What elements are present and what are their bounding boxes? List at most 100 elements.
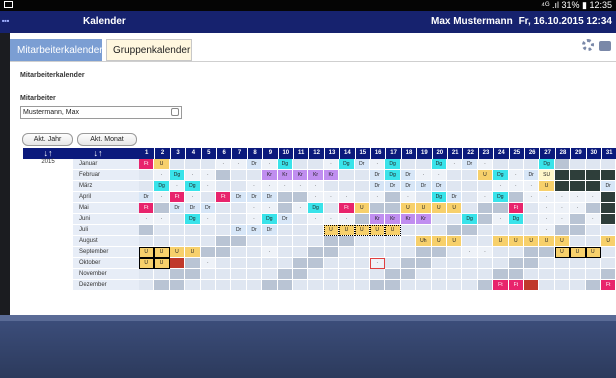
day-cell[interactable]: [323, 181, 340, 192]
day-cell[interactable]: [231, 280, 247, 291]
day-cell[interactable]: U: [554, 247, 571, 258]
day-cell[interactable]: ·: [431, 170, 447, 181]
day-cell[interactable]: ·: [462, 247, 478, 258]
day-cell[interactable]: U: [570, 247, 586, 258]
day-cell[interactable]: ·: [293, 181, 309, 192]
day-cell[interactable]: [277, 236, 293, 247]
day-cell[interactable]: U: [400, 203, 417, 214]
day-cell[interactable]: Dg: [431, 192, 447, 203]
day-cell[interactable]: [524, 225, 540, 236]
day-cell[interactable]: [262, 269, 278, 280]
day-cell[interactable]: [431, 258, 447, 269]
day-cell[interactable]: Dr: [370, 170, 386, 181]
day-cell[interactable]: [601, 170, 616, 181]
day-cell[interactable]: [293, 225, 309, 236]
day-cell[interactable]: [570, 181, 586, 192]
day-cell[interactable]: [493, 258, 509, 269]
day-cell[interactable]: ·: [231, 159, 247, 170]
day-cell[interactable]: [462, 203, 478, 214]
day-cell[interactable]: ·: [339, 192, 355, 203]
day-cell[interactable]: [431, 214, 447, 225]
day-cell[interactable]: [154, 269, 170, 280]
day-cell[interactable]: [354, 214, 370, 225]
day-cell[interactable]: [185, 280, 201, 291]
day-cell[interactable]: Dg: [308, 203, 324, 214]
day-cell[interactable]: [231, 214, 247, 225]
day-cell[interactable]: [400, 280, 417, 291]
day-cell[interactable]: U: [385, 225, 401, 236]
day-cell[interactable]: [554, 280, 571, 291]
day-cell[interactable]: ·: [154, 192, 170, 203]
day-cell[interactable]: [508, 247, 524, 258]
print-icon[interactable]: [599, 41, 611, 51]
day-cell[interactable]: ·: [277, 181, 293, 192]
day-cell[interactable]: Dr: [385, 181, 401, 192]
day-cell[interactable]: Uh: [416, 236, 432, 247]
day-cell[interactable]: U: [154, 159, 170, 170]
day-cell[interactable]: Dr: [462, 159, 478, 170]
day-cell[interactable]: [385, 203, 401, 214]
day-cell[interactable]: [493, 225, 509, 236]
day-cell[interactable]: Dr: [416, 181, 432, 192]
day-cell[interactable]: SU: [539, 170, 555, 181]
day-cell[interactable]: ·: [262, 247, 278, 258]
day-cell[interactable]: [524, 258, 540, 269]
day-cell[interactable]: ·: [154, 214, 170, 225]
day-cell[interactable]: ·: [308, 192, 324, 203]
day-cell[interactable]: [524, 247, 540, 258]
day-cell[interactable]: [585, 225, 601, 236]
day-cell[interactable]: [293, 236, 309, 247]
year-sort-arrows[interactable]: ↓↑: [23, 148, 73, 159]
day-cell[interactable]: Ft: [601, 280, 616, 291]
day-cell[interactable]: [323, 280, 340, 291]
day-cell[interactable]: [493, 247, 509, 258]
day-cell[interactable]: [308, 159, 324, 170]
day-cell[interactable]: Dr: [139, 192, 155, 203]
day-cell[interactable]: [216, 269, 232, 280]
day-cell[interactable]: [400, 269, 417, 280]
day-cell[interactable]: Dg: [185, 181, 201, 192]
day-cell[interactable]: Dg: [385, 170, 401, 181]
day-cell[interactable]: [539, 258, 555, 269]
day-cell[interactable]: Dr: [447, 192, 463, 203]
day-cell[interactable]: [277, 203, 293, 214]
day-cell[interactable]: [400, 159, 417, 170]
day-cell[interactable]: [570, 214, 586, 225]
day-cell[interactable]: [585, 159, 601, 170]
day-cell[interactable]: [400, 247, 417, 258]
day-cell[interactable]: [154, 280, 170, 291]
day-cell[interactable]: [601, 159, 616, 170]
day-cell[interactable]: [246, 247, 263, 258]
day-cell[interactable]: [554, 159, 571, 170]
day-cell[interactable]: ·: [554, 214, 571, 225]
day-cell[interactable]: [354, 258, 370, 269]
day-cell[interactable]: [277, 258, 293, 269]
day-cell[interactable]: [231, 269, 247, 280]
day-cell[interactable]: ·: [262, 203, 278, 214]
day-cell[interactable]: [462, 225, 478, 236]
day-cell[interactable]: U: [154, 247, 170, 258]
day-cell[interactable]: [462, 258, 478, 269]
day-cell[interactable]: [308, 280, 324, 291]
day-cell[interactable]: U: [339, 225, 355, 236]
day-cell[interactable]: [216, 225, 232, 236]
day-cell[interactable]: [139, 236, 155, 247]
day-cell[interactable]: [185, 258, 201, 269]
day-cell[interactable]: ·: [293, 203, 309, 214]
day-cell[interactable]: [139, 181, 155, 192]
day-cell[interactable]: Kr: [293, 170, 309, 181]
day-cell[interactable]: Dg: [154, 181, 170, 192]
day-cell[interactable]: [323, 247, 340, 258]
day-cell[interactable]: Dg: [185, 214, 201, 225]
day-cell[interactable]: [354, 280, 370, 291]
day-cell[interactable]: [416, 225, 432, 236]
day-cell[interactable]: [308, 258, 324, 269]
day-cell[interactable]: Dr: [262, 225, 278, 236]
day-cell[interactable]: [216, 170, 232, 181]
day-cell[interactable]: [508, 258, 524, 269]
day-cell[interactable]: [231, 203, 247, 214]
day-cell[interactable]: Ft: [339, 203, 355, 214]
day-cell[interactable]: [216, 258, 232, 269]
day-cell[interactable]: ·: [139, 214, 155, 225]
day-cell[interactable]: U: [447, 203, 463, 214]
